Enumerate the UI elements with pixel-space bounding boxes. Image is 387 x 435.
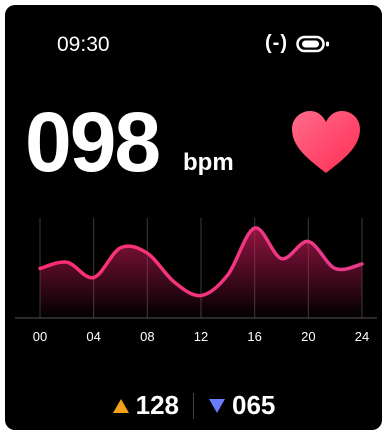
heart-rate-value: 098 (25, 95, 161, 189)
status-time: 09:30 (57, 33, 110, 56)
x-tick-label: 00 (33, 329, 47, 344)
down-triangle-icon (209, 398, 225, 413)
x-tick-label: 12 (194, 329, 208, 344)
watch-screen: 09:30 (-) 098 bpm 00 04 08 12 16 20 24 128 (5, 5, 382, 430)
heart-rate-chart: 00 04 08 12 16 20 24 (15, 218, 377, 344)
x-tick-label: 08 (140, 329, 154, 344)
heart-rate-unit: bpm (183, 149, 234, 176)
battery-icon (296, 35, 330, 53)
heart-rate-sensor-icon: (-) (265, 32, 288, 54)
max-stat: 128 (112, 390, 179, 421)
status-icons: (-) (265, 32, 330, 55)
heart-icon (292, 111, 360, 173)
max-value: 128 (135, 390, 179, 420)
x-tick-label: 20 (301, 329, 315, 344)
min-stat: 065 (208, 390, 275, 421)
x-tick-label: 24 (355, 329, 369, 344)
min-value: 065 (232, 390, 276, 420)
x-tick-label: 04 (86, 329, 100, 344)
stats-divider (193, 392, 194, 419)
heart-rate-stats: 128 065 (5, 390, 382, 421)
up-triangle-icon (112, 398, 129, 413)
x-tick-label: 16 (247, 329, 261, 344)
